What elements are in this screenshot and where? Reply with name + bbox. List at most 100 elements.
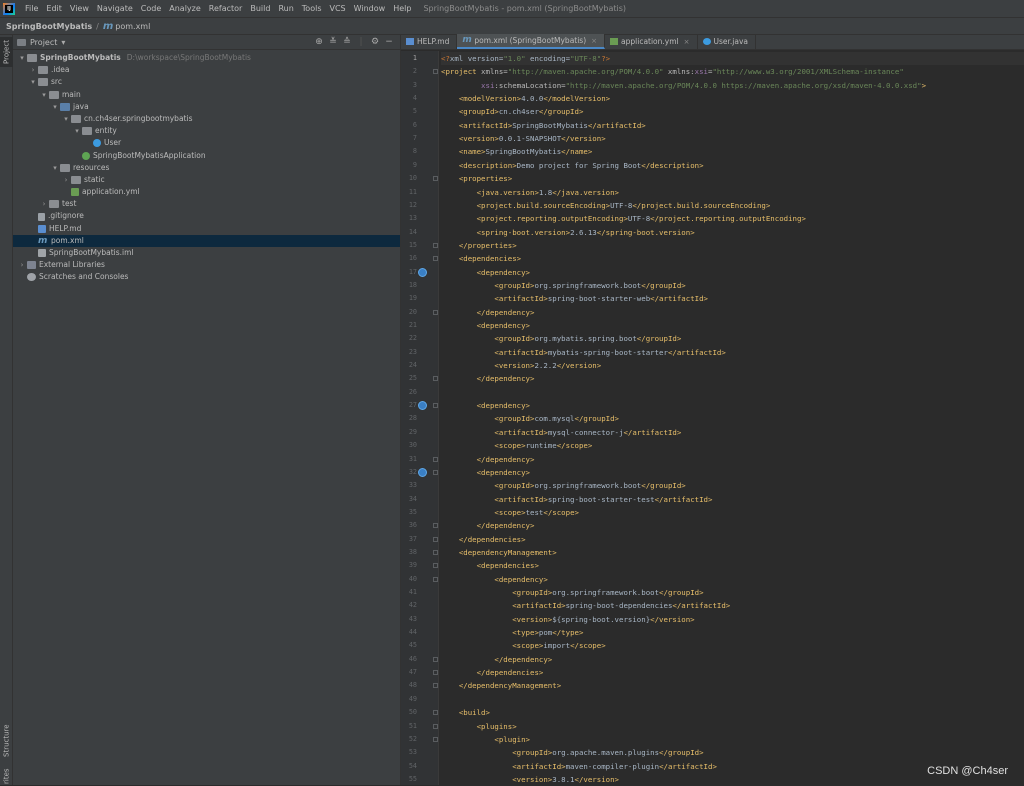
editor-tab[interactable]: application.yml× (605, 34, 697, 49)
tree-item[interactable]: ▾entity (13, 125, 400, 137)
expand-all-icon[interactable]: ≚ (328, 37, 338, 47)
fold-marker-icon[interactable] (433, 737, 438, 742)
menu-edit[interactable]: Edit (42, 0, 66, 17)
maven-dependency-gutter-icon[interactable] (418, 401, 427, 410)
structure-tool-tab[interactable]: Structure (0, 721, 13, 761)
menu-navigate[interactable]: Navigate (93, 0, 137, 17)
code-token: import (543, 641, 570, 650)
editor-tab[interactable]: HELP.md (401, 34, 457, 49)
menu-refactor[interactable]: Refactor (205, 0, 247, 17)
tree-item[interactable]: SpringBootMybatis.iml (13, 247, 400, 259)
code-token: SpringBootMybatis (486, 147, 562, 156)
close-icon[interactable]: × (591, 37, 597, 45)
code-token: </groupId> (641, 281, 686, 290)
tree-item-label: main (62, 89, 81, 101)
collapse-all-icon[interactable]: ≙ (342, 37, 352, 47)
fold-marker-icon[interactable] (433, 724, 438, 729)
fold-marker-icon[interactable] (433, 563, 438, 568)
code-token (441, 628, 512, 637)
fold-marker-icon[interactable] (433, 256, 438, 261)
tree-item[interactable]: ▾ cn.ch4ser.springbootmybatis (13, 113, 400, 125)
tree-item[interactable]: ›static (13, 174, 400, 186)
tree-item[interactable]: application.yml (13, 186, 400, 198)
chevron-down-icon[interactable]: ▾ (28, 76, 38, 88)
fold-marker-icon[interactable] (433, 550, 438, 555)
editor-tab[interactable]: User.java (698, 34, 757, 49)
menu-view[interactable]: View (66, 0, 93, 17)
tree-item[interactable]: Scratches and Consoles (13, 271, 400, 283)
tree-item[interactable]: ▾resources (13, 162, 400, 174)
tree-item[interactable]: ›test (13, 198, 400, 210)
tree-item[interactable]: ▾ main (13, 89, 400, 101)
menu-run[interactable]: Run (274, 0, 297, 17)
tree-item[interactable]: User (13, 137, 400, 149)
maven-dependency-gutter-icon[interactable] (418, 468, 427, 477)
chevron-right-icon[interactable]: › (28, 64, 38, 76)
code-line: <dependency> (441, 266, 530, 279)
fold-marker-icon[interactable] (433, 310, 438, 315)
intellij-logo-icon[interactable]: IJ (3, 3, 15, 15)
fold-marker-icon[interactable] (433, 470, 438, 475)
tree-item[interactable]: .gitignore (13, 210, 400, 222)
menu-window[interactable]: Window (350, 0, 390, 17)
code-line: </properties> (441, 239, 517, 252)
minimize-icon[interactable]: − (384, 37, 394, 47)
fold-marker-icon[interactable] (433, 670, 438, 675)
chevron-right-icon[interactable]: › (61, 174, 71, 186)
code-token: org.springframework.boot (534, 481, 641, 490)
fold-marker-icon[interactable] (433, 176, 438, 181)
chevron-down-icon[interactable]: ▾ (72, 125, 82, 137)
tree-item[interactable]: ▾src (13, 76, 400, 88)
menu-vcs[interactable]: VCS (326, 0, 350, 17)
menu-analyze[interactable]: Analyze (165, 0, 205, 17)
chevron-down-icon[interactable]: ▾ (39, 89, 49, 101)
locate-file-icon[interactable]: ⊕ (314, 37, 324, 47)
fold-marker-icon[interactable] (433, 69, 438, 74)
chevron-down-icon[interactable]: ▾ (61, 38, 65, 47)
menu-tools[interactable]: Tools (298, 0, 326, 17)
chevron-down-icon[interactable]: ▾ (50, 162, 60, 174)
tree-item[interactable]: mpom.xml (13, 235, 400, 247)
tree-item[interactable]: ›External Libraries (13, 259, 400, 271)
tree-item[interactable]: ▾java (13, 101, 400, 113)
menu-help[interactable]: Help (389, 0, 415, 17)
line-number: 55 (401, 773, 417, 786)
chevron-right-icon[interactable]: › (17, 259, 27, 271)
fold-marker-icon[interactable] (433, 683, 438, 688)
project-tool-tab[interactable]: Project (0, 37, 13, 67)
close-icon[interactable]: × (684, 38, 690, 46)
chevron-down-icon[interactable]: ▾ (61, 113, 71, 125)
breadcrumb-file[interactable]: pom.xml (115, 22, 150, 31)
menu-build[interactable]: Build (246, 0, 274, 17)
fold-marker-icon[interactable] (433, 537, 438, 542)
code-view[interactable]: <?xml version="1.0" encoding="UTF-8"?><p… (439, 51, 1024, 785)
fold-marker-icon[interactable] (433, 577, 438, 582)
tree-item-label: Scratches and Consoles (39, 271, 128, 283)
chevron-right-icon[interactable]: › (39, 198, 49, 210)
fold-marker-icon[interactable] (433, 657, 438, 662)
fold-marker-icon[interactable] (433, 376, 438, 381)
project-panel-title[interactable]: Project (30, 38, 57, 47)
tree-item[interactable]: HELP.md (13, 223, 400, 235)
favorites-tool-tab[interactable]: rites (0, 768, 13, 785)
menu-code[interactable]: Code (137, 0, 165, 17)
chevron-down-icon[interactable]: ▾ (50, 101, 60, 113)
tree-item[interactable]: ▾SpringBootMybatisD:\workspace\SpringBoo… (13, 52, 400, 64)
chevron-down-icon[interactable]: ▾ (17, 52, 27, 64)
fold-marker-icon[interactable] (433, 523, 438, 528)
fold-marker-icon[interactable] (433, 710, 438, 715)
tree-item[interactable]: SpringBootMybatisApplication (13, 150, 400, 162)
gear-icon[interactable]: ⚙ (370, 37, 380, 47)
fold-marker-icon[interactable] (433, 403, 438, 408)
fold-marker-icon[interactable] (433, 457, 438, 462)
menu-file[interactable]: File (21, 0, 42, 17)
code-token: <? (441, 54, 450, 63)
breadcrumb-project[interactable]: SpringBootMybatis (6, 22, 92, 31)
editor-tab[interactable]: mpom.xml (SpringBootMybatis)× (457, 34, 605, 49)
tree-item-label: cn.ch4ser.springbootmybatis (84, 113, 192, 125)
tree-item[interactable]: ›.idea (13, 64, 400, 76)
fold-marker-icon[interactable] (433, 243, 438, 248)
code-token (441, 374, 477, 383)
code-token: Demo project for Spring Boot (517, 161, 642, 170)
maven-dependency-gutter-icon[interactable] (418, 268, 427, 277)
